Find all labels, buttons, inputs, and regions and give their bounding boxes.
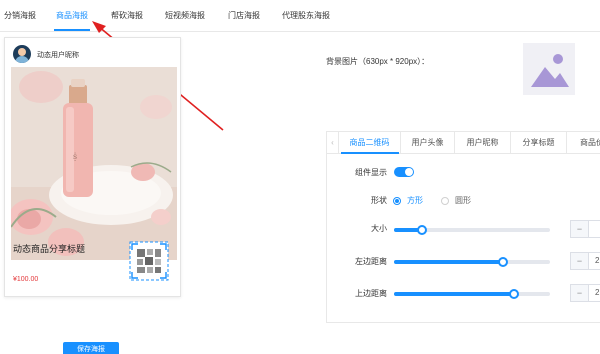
active-tab-indicator [54,29,90,31]
shape-circle-radio[interactable] [441,197,449,205]
show-component-toggle[interactable] [394,167,414,177]
poster-price: ¥100.00 [13,276,39,283]
left-distance-slider-fill [394,260,504,264]
size-slider-thumb[interactable] [417,225,428,235]
size-label: 大小 [371,224,387,233]
left-distance-value[interactable]: 2 [595,256,599,265]
top-minus-button[interactable]: − [571,285,589,301]
component-tabs: ‹ 商品二维码 用户头像 用户昵称 分享标题 商品价 [327,132,600,154]
tab-user-nickname[interactable]: 用户昵称 [455,132,511,154]
svg-text:ṩ: ṩ [73,152,77,161]
poster-product-title: 动态商品分享标题 [13,244,86,254]
tab-share-title[interactable]: 分享标题 [511,132,567,154]
poster-username: 动态用户昵称 [37,52,79,59]
tab-user-avatar[interactable]: 用户头像 [401,132,455,154]
left-distance-label: 左边距离 [355,257,387,266]
show-component-label: 组件显示 [355,168,387,177]
qr-code-icon[interactable] [129,241,169,281]
left-distance-slider[interactable] [394,257,550,267]
save-poster-button[interactable]: 保存海报 [63,342,119,354]
tab-distribution-poster[interactable]: 分销海报 [4,10,36,21]
shape-label: 形状 [371,196,387,205]
top-distance-label: 上边距离 [355,289,387,298]
top-distance-stepper[interactable]: − 2 [570,284,600,302]
tab-product-qrcode[interactable]: 商品二维码 [339,132,401,154]
background-image-label: 背景图片（630px * 920px）： [326,57,430,66]
size-stepper[interactable]: − [570,220,600,238]
active-panel-tab-indicator [341,152,399,154]
tab-product-price[interactable]: 商品价 [567,132,600,154]
user-avatar [13,45,31,63]
left-distance-slider-thumb[interactable] [498,257,509,267]
poster-preview: 动态用户昵称 ṩ 动态商品分享标题 ¥100.00 [4,37,181,297]
size-slider[interactable] [394,225,550,235]
shape-circle-label[interactable]: 圆形 [455,195,471,206]
left-distance-stepper[interactable]: − 2 [570,252,600,270]
tab-short-video-poster[interactable]: 短视频海报 [165,10,205,21]
tab-product-poster[interactable]: 商品海报 [56,10,88,21]
left-minus-button[interactable]: − [571,253,589,269]
shape-square-label[interactable]: 方形 [407,195,423,206]
image-placeholder-icon[interactable] [523,43,575,95]
tab-store-poster[interactable]: 门店海报 [228,10,260,21]
top-distance-value[interactable]: 2 [595,288,599,297]
poster-type-tabs: 分销海报 商品海报 帮砍海报 短视频海报 门店海报 代理股东海报 [0,0,600,32]
size-minus-button[interactable]: − [571,221,589,237]
qr-settings-panel: ‹ 商品二维码 用户头像 用户昵称 分享标题 商品价 组件显示 形状 方形 圆形… [326,131,600,323]
top-distance-slider-fill [394,292,515,296]
tab-agent-poster[interactable]: 代理股东海报 [282,10,330,21]
scroll-left-icon[interactable]: ‹ [327,132,339,154]
product-image: ṩ [11,67,177,260]
shape-square-radio[interactable] [393,197,401,205]
top-distance-slider[interactable] [394,289,550,299]
tab-bargain-poster[interactable]: 帮砍海报 [111,10,143,21]
top-distance-slider-thumb[interactable] [509,289,520,299]
